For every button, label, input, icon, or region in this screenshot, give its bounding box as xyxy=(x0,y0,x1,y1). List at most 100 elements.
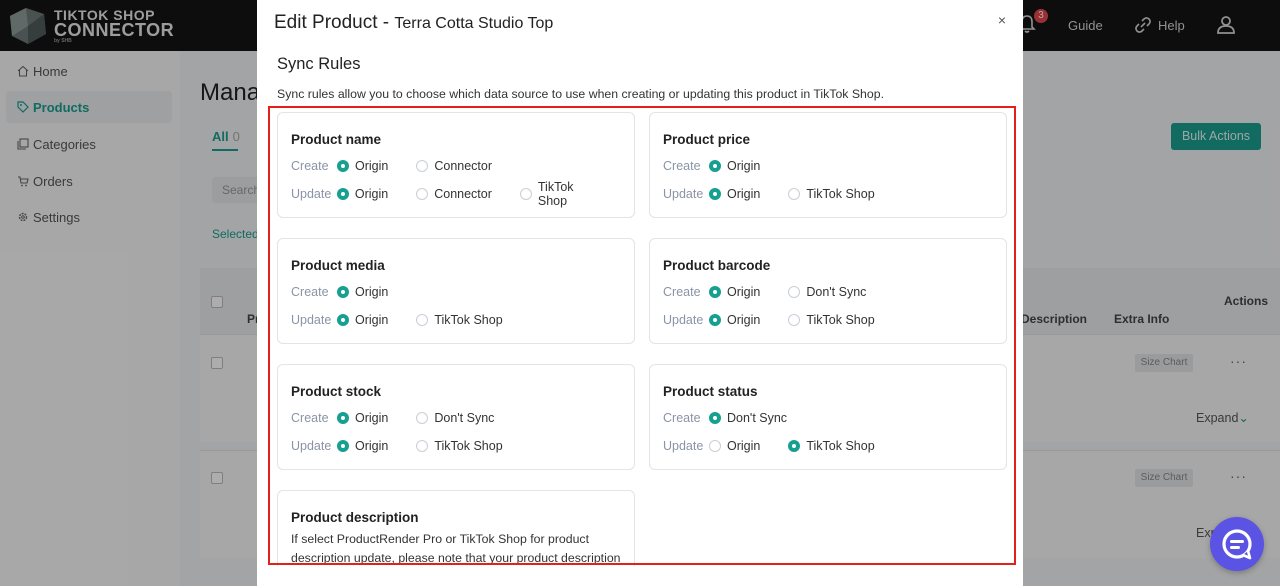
radio-empty-icon[interactable] xyxy=(788,286,801,298)
update-label: Update xyxy=(291,187,332,201)
edit-product-modal: Edit Product - Terra Cotta Studio Top × … xyxy=(257,0,1023,586)
radio-empty-icon[interactable] xyxy=(416,412,429,424)
create-radio-don-t-sync[interactable]: Don't Sync xyxy=(416,411,494,425)
radio-empty-icon[interactable] xyxy=(519,188,532,200)
radio-empty-icon[interactable] xyxy=(416,440,429,452)
update-label: Update xyxy=(291,313,332,327)
modal-title: Edit Product - Terra Cotta Studio Top xyxy=(274,12,553,34)
create-label: Create xyxy=(663,411,701,425)
update-option-row: Update Origin TikTok Shop xyxy=(663,312,903,328)
radio-selected-icon[interactable] xyxy=(337,314,349,326)
modal-title-text: Edit Product - xyxy=(274,12,390,33)
update-label: Update xyxy=(663,187,704,201)
create-radio-origin[interactable]: Origin xyxy=(337,411,388,425)
card-product-description: Product description If select ProductRen… xyxy=(277,490,635,566)
update-radio-tiktok-shop[interactable]: TikTok Shop xyxy=(416,439,503,453)
radio-label: TikTok Shop xyxy=(806,313,875,327)
update-radio-tiktok-shop[interactable]: TikTok Shop xyxy=(788,439,875,453)
create-option-row: Create Origin xyxy=(663,158,788,174)
update-radio-connector[interactable]: Connector xyxy=(416,187,492,201)
update-radio-origin[interactable]: Origin xyxy=(709,187,760,201)
card-product-stock: Product stock Create Origin Don't Sync Updat… xyxy=(277,364,635,470)
update-radio-origin[interactable]: Origin xyxy=(337,439,388,453)
create-option-row: Create Origin Connector xyxy=(291,158,520,174)
radio-label: Origin xyxy=(727,313,761,327)
radio-selected-icon[interactable] xyxy=(709,412,721,424)
radio-label: Connector xyxy=(434,187,492,201)
update-option-row: Update Origin TikTok Shop xyxy=(291,438,531,454)
update-option-row: Update Origin TikTok Shop xyxy=(663,186,903,202)
radio-label: Origin xyxy=(354,187,389,201)
radio-empty-icon[interactable] xyxy=(709,440,721,452)
update-option-row: Update Origin Connector TikTok Shop xyxy=(291,180,634,208)
card-product-price: Product price Create Origin Update Origin Tik… xyxy=(649,112,1007,218)
radio-label: Origin xyxy=(355,285,389,299)
create-option-row: Create Origin xyxy=(291,284,416,300)
radio-selected-icon[interactable] xyxy=(709,314,721,326)
create-radio-origin[interactable]: Origin xyxy=(337,159,388,173)
radio-selected-icon[interactable] xyxy=(709,188,721,200)
radio-empty-icon[interactable] xyxy=(416,188,429,200)
chat-button[interactable] xyxy=(1210,517,1264,571)
card-product-status: Product status Create Don't Sync Update Orig… xyxy=(649,364,1007,470)
update-option-row: Update Origin TikTok Shop xyxy=(663,438,903,454)
radio-selected-icon[interactable] xyxy=(337,412,349,424)
update-label: Update xyxy=(663,313,704,327)
update-radio-origin[interactable]: Origin xyxy=(709,313,760,327)
radio-label: Origin xyxy=(355,411,389,425)
update-label: Update xyxy=(291,439,332,453)
create-radio-don-t-sync[interactable]: Don't Sync xyxy=(709,411,787,425)
radio-label: Don't Sync xyxy=(727,411,788,425)
update-radio-tiktok-shop[interactable]: TikTok Shop xyxy=(519,180,606,208)
radio-label: TikTok Shop xyxy=(434,439,503,453)
radio-empty-icon[interactable] xyxy=(416,160,429,172)
create-option-row: Create Origin Don't Sync xyxy=(291,410,522,426)
radio-empty-icon[interactable] xyxy=(416,314,429,326)
card-title: Product name xyxy=(291,132,382,147)
card-title: Product description xyxy=(291,510,419,525)
radio-selected-icon[interactable] xyxy=(337,160,349,172)
update-radio-origin[interactable]: Origin xyxy=(337,313,388,327)
sync-rules-scroll-area[interactable]: Product name Create Origin Connector Update O… xyxy=(269,106,1017,566)
chat-icon xyxy=(1222,529,1252,560)
radio-selected-icon[interactable] xyxy=(709,286,721,298)
radio-label: Don't Sync xyxy=(806,285,867,299)
radio-label: Connector xyxy=(434,159,493,173)
card-title: Product price xyxy=(663,132,751,147)
update-radio-tiktok-shop[interactable]: TikTok Shop xyxy=(416,313,503,327)
card-product-name: Product name Create Origin Connector Update O… xyxy=(277,112,635,218)
radio-label: Don't Sync xyxy=(434,411,495,425)
radio-selected-icon[interactable] xyxy=(709,160,721,172)
card-title: Product barcode xyxy=(663,258,771,273)
create-option-row: Create Origin Don't Sync xyxy=(663,284,894,300)
update-radio-origin[interactable]: Origin xyxy=(336,187,389,201)
update-radio-origin[interactable]: Origin xyxy=(709,439,760,453)
create-radio-connector[interactable]: Connector xyxy=(416,159,492,173)
update-radio-tiktok-shop[interactable]: TikTok Shop xyxy=(788,313,875,327)
create-option-row: Create Don't Sync xyxy=(663,410,815,426)
card-product-media: Product media Create Origin Update Origin Tik… xyxy=(277,238,635,344)
radio-selected-icon[interactable] xyxy=(336,188,349,200)
update-radio-tiktok-shop[interactable]: TikTok Shop xyxy=(788,187,875,201)
create-radio-origin[interactable]: Origin xyxy=(337,285,388,299)
modal-product-name: Terra Cotta Studio Top xyxy=(394,15,554,32)
update-label: Update xyxy=(663,439,704,453)
card-product-barcode: Product barcode Create Origin Don't Sync Upd… xyxy=(649,238,1007,344)
radio-label: Origin xyxy=(355,439,389,453)
create-label: Create xyxy=(663,159,701,173)
radio-label: Origin xyxy=(727,187,761,201)
radio-selected-icon[interactable] xyxy=(337,286,349,298)
radio-selected-icon[interactable] xyxy=(337,440,349,452)
create-label: Create xyxy=(663,285,701,299)
create-radio-origin[interactable]: Origin xyxy=(709,159,760,173)
description-note: If select ProductRender Pro or TikTok Sh… xyxy=(291,532,621,565)
card-title: Product stock xyxy=(291,384,382,399)
create-radio-don-t-sync[interactable]: Don't Sync xyxy=(788,285,866,299)
radio-empty-icon[interactable] xyxy=(788,188,801,200)
radio-empty-icon[interactable] xyxy=(788,314,801,326)
close-icon[interactable]: × xyxy=(995,13,1009,27)
create-label: Create xyxy=(291,159,329,173)
create-radio-origin[interactable]: Origin xyxy=(709,285,760,299)
radio-selected-icon[interactable] xyxy=(788,440,801,452)
card-title: Product status xyxy=(663,384,758,399)
